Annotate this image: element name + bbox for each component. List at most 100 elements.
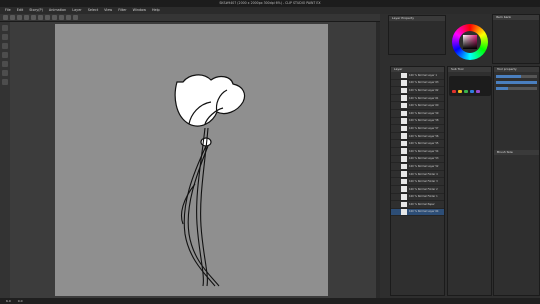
brush-tool-icon[interactable] (2, 61, 8, 67)
layer-name: 100 % Normal Layer 64 (409, 210, 439, 214)
layer-name: 100 % Normal Folder 4 (409, 172, 438, 176)
layer-row[interactable]: 100 % Normal Folder 3 (391, 178, 444, 186)
layer-row[interactable]: 100 % Normal Folder 1 (391, 194, 444, 202)
layer-row[interactable]: 100 % Normal Folder 4 (391, 171, 444, 179)
menu-animation[interactable]: Animation (49, 7, 66, 14)
layer-name: 100 % Normal Layer 58 (409, 119, 439, 123)
navigator-header: Item bank (493, 15, 539, 20)
stabilization-slider[interactable] (496, 87, 537, 90)
layer-thumbnail (401, 186, 407, 192)
menu-view[interactable]: View (104, 7, 112, 14)
layer-thumbnail (401, 95, 407, 101)
navigator-panel: Item bank (492, 14, 540, 64)
layer-row[interactable]: 100 % Normal Layer 60 (391, 102, 444, 110)
layer-thumbnail (401, 178, 407, 185)
layer-thumbnail (401, 125, 407, 132)
zoom-readout[interactable]: 6.0 (6, 299, 11, 303)
layer-name: 100 % Normal Layer 56 (409, 134, 439, 138)
layer-thumbnail (401, 102, 407, 109)
layer-row[interactable]: 100 % Normal Layer 58 (391, 118, 444, 126)
layer-row[interactable]: 100 % Normal Paper (391, 201, 444, 209)
layer-name: 100 % Normal Folder 1 (409, 195, 438, 199)
layer-name: 100 % Normal Layer 62 (409, 88, 439, 92)
layer-row[interactable]: 100 % Normal Layer 53 (391, 156, 444, 164)
color-palette[interactable] (449, 76, 491, 96)
layer-name: 100 % Normal Layer 57 (409, 126, 439, 130)
layer-thumbnail (401, 163, 407, 170)
layer-name: 100 % Normal Layer 52 (409, 164, 439, 168)
drawing-canvas[interactable] (55, 24, 328, 296)
layer-thumbnail (401, 201, 407, 208)
fill-tool-icon[interactable] (2, 79, 8, 85)
transform-icon[interactable] (45, 15, 50, 20)
layer-row[interactable]: 100 % Normal Layer 61 (391, 95, 444, 103)
layer-thumbnail (401, 148, 407, 154)
menu-layer[interactable]: Layer (72, 7, 81, 14)
layer-name: 100 % Normal Layer 61 (409, 96, 439, 100)
brush-size-slider[interactable] (496, 75, 537, 78)
layer-row[interactable]: 100 % Normal Layer 1 (391, 72, 444, 80)
layer-thumbnail (401, 72, 407, 79)
swatch-red[interactable] (452, 90, 456, 93)
layer-thumbnail (401, 140, 407, 147)
swatch-purple[interactable] (476, 90, 480, 93)
layer-row[interactable]: 100 % Normal Folder 2 (391, 186, 444, 194)
opacity-slider[interactable] (496, 81, 537, 84)
saturation-square[interactable] (463, 35, 477, 49)
undo-icon[interactable] (24, 15, 29, 20)
layer-row[interactable]: 100 % Normal Layer 64 (391, 208, 444, 217)
menu-filter[interactable]: Filter (118, 7, 126, 14)
menu-help[interactable]: Help (152, 7, 160, 14)
layer-thumbnail (401, 110, 407, 117)
window-title: SKS#9407 (2000 x 2000px 300dpi 6%) - CLI… (0, 0, 540, 7)
layer-name: 100 % Normal Layer 54 (409, 149, 439, 153)
eraser-tool-icon[interactable] (2, 70, 8, 76)
menu-window[interactable]: Window (133, 7, 146, 14)
layer-thumbnail (401, 118, 407, 124)
menu-edit[interactable]: Edit (17, 7, 24, 14)
save-icon[interactable] (17, 15, 22, 20)
zoom-tool-icon[interactable] (2, 25, 8, 31)
swatch-yellow[interactable] (458, 90, 462, 93)
menu-select[interactable]: Select (88, 7, 98, 14)
snap-icon[interactable] (66, 15, 71, 20)
clear-icon[interactable] (38, 15, 43, 20)
layer-row[interactable]: 100 % Normal Layer 63 (391, 80, 444, 88)
layer-row[interactable]: 100 % Normal Layer 55 (391, 140, 444, 148)
layer-row[interactable]: 100 % Normal Layer 57 (391, 125, 444, 133)
select-tool-icon[interactable] (2, 43, 8, 49)
menu-story[interactable]: Story(P) (29, 7, 43, 14)
swatch-blue[interactable] (470, 90, 474, 93)
open-icon[interactable] (10, 15, 15, 20)
layer-name: 100 % Normal Folder 2 (409, 187, 438, 191)
layer-name: 100 % Normal Layer 55 (409, 142, 439, 146)
pen-tool-icon[interactable] (2, 52, 8, 58)
ruler-icon[interactable] (73, 15, 78, 20)
layer-thumbnail (401, 156, 407, 162)
new-file-icon[interactable] (3, 15, 8, 20)
layer-thumbnail (401, 194, 407, 200)
swatch-green[interactable] (464, 90, 468, 93)
layer-thumbnail (401, 87, 407, 94)
layer-thumbnail (401, 80, 407, 86)
status-bar: 6.0 0.0 (0, 298, 540, 304)
layer-panel: Layer 100 % Normal Layer 1 100 % Normal L… (390, 66, 445, 296)
layer-name: 100 % Normal Layer 53 (409, 157, 439, 161)
layer-row[interactable]: 100 % Normal Layer 54 (391, 148, 444, 156)
invert-selection-icon[interactable] (59, 15, 64, 20)
layer-thumbnail (401, 209, 407, 215)
tool-property-header: Tool property (494, 67, 539, 72)
redo-icon[interactable] (31, 15, 36, 20)
layer-property-header: Layer Property (389, 16, 445, 21)
layer-row[interactable]: 100 % Normal Layer 52 (391, 163, 444, 171)
move-tool-icon[interactable] (2, 34, 8, 40)
layer-thumbnail (401, 171, 407, 177)
menu-file[interactable]: File (5, 7, 11, 14)
poppy-drawing (174, 74, 246, 287)
layer-row[interactable]: 100 % Normal Layer 56 (391, 133, 444, 141)
angle-readout[interactable]: 0.0 (18, 299, 23, 303)
layer-row[interactable]: 100 % Normal Layer 59 (391, 110, 444, 118)
menu-bar: File Edit Story(P) Animation Layer Selec… (0, 7, 540, 14)
deselect-icon[interactable] (52, 15, 57, 20)
layer-row[interactable]: 100 % Normal Layer 62 (391, 87, 444, 95)
